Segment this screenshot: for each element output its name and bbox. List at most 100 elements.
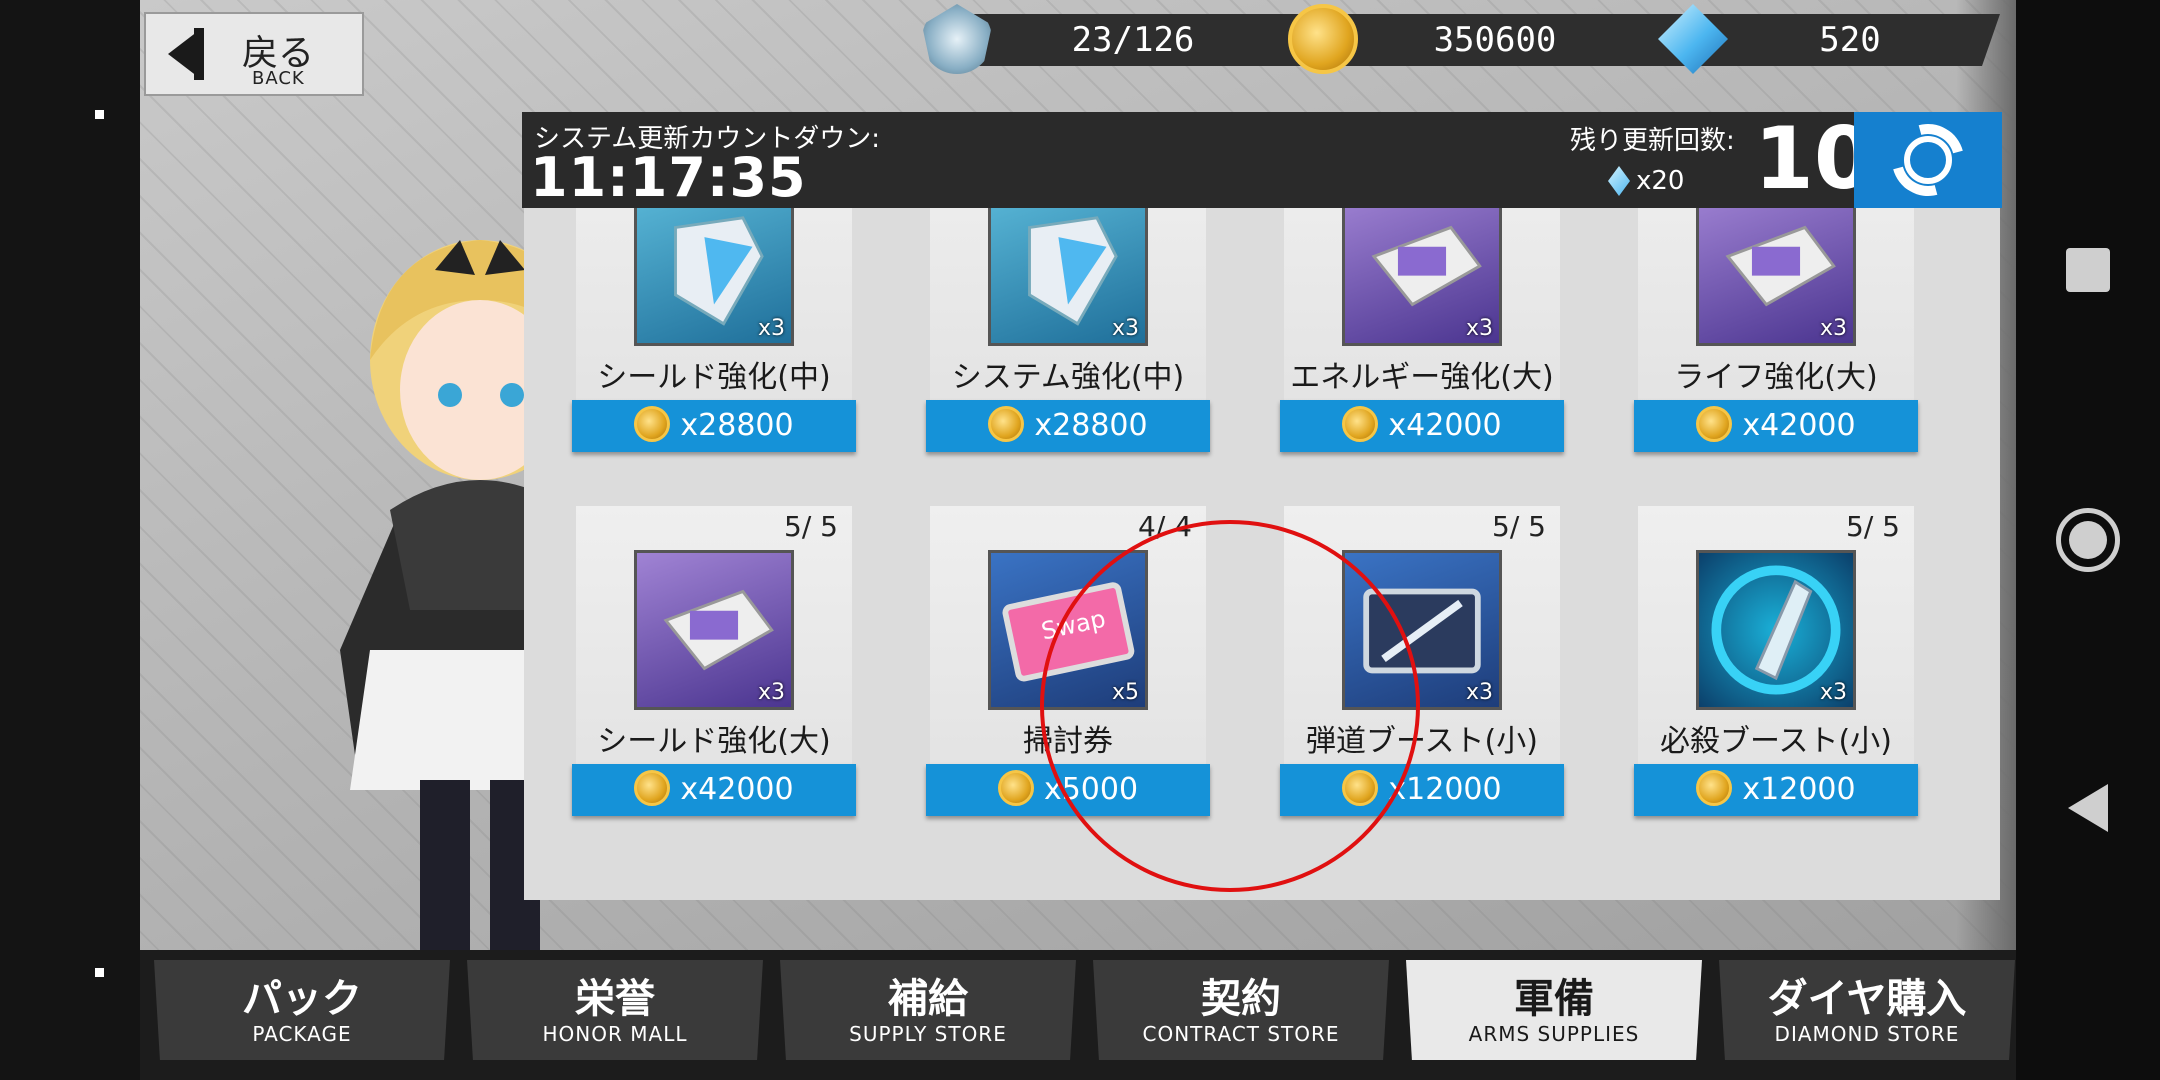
coin-icon: [634, 769, 671, 806]
tab-label-jp: 軍備: [1514, 976, 1594, 1022]
item-quantity: x3: [1465, 680, 1493, 705]
buy-price-button[interactable]: x28800: [926, 400, 1210, 452]
item-name: システム強化(中): [951, 360, 1185, 395]
tab-label-jp: 栄誉: [575, 976, 655, 1022]
tab-label-jp: 契約: [1201, 976, 1281, 1022]
item-price: x42000: [1388, 408, 1502, 443]
buy-price-button[interactable]: x12000: [1280, 764, 1564, 816]
item-icon: x3: [634, 208, 794, 346]
crystal-icon: [1608, 166, 1630, 196]
game-viewport: 戻る BACK 23/126 + 350600 + 520: [140, 0, 2016, 1080]
tab-diamond-store[interactable]: ダイヤ購入 DIAMOND STORE: [1719, 960, 2015, 1060]
item-icon: x3: [1342, 208, 1502, 346]
item-price: x28800: [1034, 408, 1148, 443]
item-quantity: x3: [1819, 316, 1847, 341]
item-stock: 5/ 5: [1492, 510, 1546, 543]
crystal-counter: 520: [1700, 14, 2000, 66]
tab-label-en: SUPPLY STORE: [849, 1022, 1007, 1046]
item-name: シールド強化(大): [597, 724, 831, 759]
home-button[interactable]: [2056, 508, 2120, 572]
buy-price-button[interactable]: x12000: [1634, 764, 1918, 816]
left-bezel: [0, 0, 140, 1080]
item-quantity: x3: [757, 680, 785, 705]
coin-value: 350600: [1433, 20, 1557, 60]
buy-price-button[interactable]: x42000: [1634, 400, 1918, 452]
tab-label-en: HONOR MALL: [542, 1022, 688, 1046]
item-icon: x3: [1696, 208, 1856, 346]
status-dot: [95, 110, 104, 119]
tab-honor-mall[interactable]: 栄誉 HONOR MALL: [467, 960, 763, 1060]
coin-icon: [997, 769, 1034, 806]
back-nav-button[interactable]: [2068, 784, 2108, 832]
tab-supply-store[interactable]: 補給 SUPPLY STORE: [780, 960, 1076, 1060]
item-quantity: x3: [1111, 316, 1139, 341]
stamina-value: 23/126: [1071, 20, 1195, 60]
item-quantity: x5: [1111, 680, 1139, 705]
recent-apps-button[interactable]: [2066, 248, 2110, 292]
shop-item-card[interactable]: 5/ 5 x3 シールド強化(大) x42000: [572, 506, 856, 836]
item-price: x12000: [1742, 772, 1856, 807]
refresh-header: システム更新カウントダウン: 11:17:35 残り更新回数: 10 x20: [522, 110, 2002, 210]
tab-label-en: DIAMOND STORE: [1774, 1022, 1960, 1046]
shop-panel: 5/ 5 x3 シールド強化(中) x28800 5/ 5 x3 システム強化(中) x288…: [524, 208, 2000, 900]
crystal-value: 520: [1819, 20, 1881, 60]
shop-item-card[interactable]: 5/ 5x3エネルギー強化(大)x42000: [1280, 208, 1564, 472]
item-stock: 5/ 5: [784, 510, 838, 543]
item-price: x42000: [1742, 408, 1856, 443]
item-icon: x3: [634, 550, 794, 710]
tab-label-jp: パック: [242, 976, 362, 1022]
refresh-button[interactable]: [1854, 110, 2002, 210]
coin-icon: [1342, 769, 1379, 806]
item-icon: x3: [1342, 550, 1502, 710]
item-name: エネルギー強化(大): [1290, 360, 1554, 395]
coin-icon: [1696, 405, 1733, 442]
sweep-ticket-icon: Swap x5: [988, 550, 1148, 710]
item-price: x28800: [680, 408, 794, 443]
countdown-time: 11:17:35: [530, 146, 807, 209]
item-quantity: x3: [757, 316, 785, 341]
tab-label-en: PACKAGE: [252, 1022, 352, 1046]
shop-item-card[interactable]: 5/ 5x3システム強化(中)x28800: [926, 208, 1210, 472]
buy-price-button[interactable]: x28800: [572, 400, 856, 452]
item-name: ライフ強化(大): [1674, 360, 1878, 395]
tab-contract-store[interactable]: 契約 CONTRACT STORE: [1093, 960, 1389, 1060]
item-price: x12000: [1388, 772, 1502, 807]
refresh-icon-inner: [1904, 136, 1952, 184]
item-name: シールド強化(中): [597, 360, 831, 395]
tab-package[interactable]: パック PACKAGE: [154, 960, 450, 1060]
coin-icon: [988, 405, 1025, 442]
item-quantity: x3: [1465, 316, 1493, 341]
item-name: 掃討券: [1023, 724, 1113, 759]
item-icon: x3: [988, 208, 1148, 346]
coin-icon: [634, 405, 671, 442]
tab-label-jp: 補給: [888, 976, 968, 1022]
tab-label-en: ARMS SUPPLIES: [1468, 1022, 1640, 1046]
tab-label-en: CONTRACT STORE: [1142, 1022, 1340, 1046]
item-quantity: x3: [1819, 680, 1847, 705]
coin-icon: [1342, 405, 1379, 442]
shop-item-card[interactable]: 5/ 5 x3 弾道ブースト(小) x12000: [1280, 506, 1564, 836]
tab-label-jp: ダイヤ購入: [1767, 976, 1967, 1022]
shop-item-card[interactable]: 5/ 5 x3 必殺ブースト(小) x12000: [1634, 506, 1918, 836]
status-dot: [95, 968, 104, 977]
buy-price-button[interactable]: x5000: [926, 764, 1210, 816]
coin-icon: [1696, 769, 1733, 806]
item-stock: 5/ 5: [1846, 510, 1900, 543]
android-nav-bar: [2016, 0, 2160, 1080]
tab-arms-supplies[interactable]: 軍備 ARMS SUPPLIES: [1406, 960, 1702, 1060]
store-tabs: パック PACKAGE 栄誉 HONOR MALL 補給 SUPPLY STORE 契約 CO…: [140, 950, 2016, 1080]
buy-price-button[interactable]: x42000: [572, 764, 856, 816]
item-price: x42000: [680, 772, 794, 807]
remaining-refresh-label: 残り更新回数:: [1570, 126, 1735, 156]
refresh-cost: x20: [1636, 166, 1685, 196]
shop-item-card[interactable]: 4/ 4 Swap x5 掃討券 x5000: [926, 506, 1210, 836]
item-name: 必殺ブースト(小): [1660, 724, 1892, 759]
shop-item-card[interactable]: 5/ 5x3シールド強化(中)x28800: [572, 208, 856, 472]
item-price: x5000: [1043, 772, 1139, 807]
item-stock: 4/ 4: [1138, 510, 1192, 543]
item-name: 弾道ブースト(小): [1306, 724, 1538, 759]
resource-bar: 23/126 + 350600 + 520: [140, 0, 2016, 80]
buy-price-button[interactable]: x42000: [1280, 400, 1564, 452]
coin-icon: [1288, 4, 1358, 74]
shop-item-card[interactable]: 5/ 5x3ライフ強化(大)x42000: [1634, 208, 1918, 472]
